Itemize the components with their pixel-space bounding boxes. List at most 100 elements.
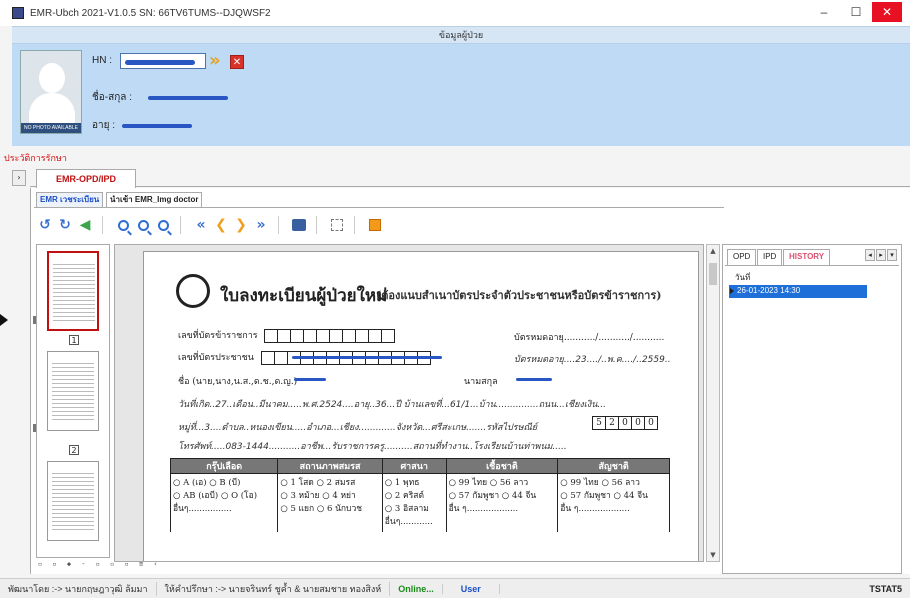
close-window-button[interactable]: ✕ <box>872 2 902 22</box>
scroll-up-icon[interactable]: ▲ <box>707 245 719 257</box>
window-controls: – ☐ ✕ <box>808 2 902 22</box>
table-line: อื่นๆ............ <box>384 517 433 527</box>
row-pointer-icon <box>730 288 734 294</box>
history-pane: OPD IPD HISTORY ◂ ▸ ▾ วันที่ 26-01-2023 … <box>722 244 902 574</box>
table-line: ○ 57 กัมพูชา ○ 44 จีน <box>448 491 537 501</box>
tab-menu-icon[interactable]: ▾ <box>887 249 897 261</box>
thumbnail-panel[interactable]: 1 2 <box>36 244 110 558</box>
tab-history[interactable]: HISTORY <box>783 249 831 265</box>
surname-label: นามสกุล <box>464 377 498 387</box>
gov-id-expiry: บัตรหมดอายุ.........../.........../.....… <box>514 333 665 343</box>
mouse-pointer-icon <box>0 314 8 326</box>
outer-tab-strip <box>30 169 910 187</box>
document-vertical-scrollbar[interactable]: ▲ ▼ <box>706 244 720 562</box>
clear-hn-button[interactable]: ✕ <box>230 55 244 69</box>
fit-page-icon[interactable] <box>328 215 346 235</box>
toolbar-separator <box>316 216 322 234</box>
table-line: อื่น ๆ................... <box>560 504 630 514</box>
hn-redaction <box>125 60 195 65</box>
patient-info-panel: NO PHOTO AVAILABLE HN : » ✕ ชื่อ-สกุล : … <box>12 44 910 146</box>
postal-digit: 0 <box>631 416 645 430</box>
scrollbar-thumb[interactable] <box>709 263 717 285</box>
tab-ipd[interactable]: IPD <box>757 249 783 265</box>
tab-emr-opd-ipd[interactable]: EMR-OPD/IPD <box>36 169 136 188</box>
table-line: ○ 2 คริสต์ <box>384 491 424 501</box>
thumbnail-caret <box>33 316 36 324</box>
station-name: TSTAT5 <box>869 583 902 594</box>
tab-scroll-left-icon[interactable]: ◂ <box>865 249 875 261</box>
history-list-item[interactable]: 26-01-2023 14:30 <box>729 285 867 298</box>
national-id-expiry: บัตรหมดอายุ....23..../..พ.ค..../..2559.. <box>514 355 671 365</box>
toolbar-separator <box>278 216 284 234</box>
table-line: ○ A (เอ) ○ B (บี) <box>173 478 241 488</box>
zoom-fit-icon[interactable] <box>114 215 132 235</box>
table-header: เชื้อชาติ <box>445 458 559 474</box>
table-line: ○ 99 ไทย ○ 56 ลาว <box>560 478 640 488</box>
avatar-head-shape <box>39 63 65 93</box>
doc-row-gov-id: เลขที่บัตรข้าราชการ <box>178 328 396 343</box>
scanned-document-page: ใบลงทะเบียนผู้ป่วยใหม่ (ต้องแนบสำเนาบัตร… <box>143 251 699 561</box>
maximize-button[interactable]: ☐ <box>840 2 872 22</box>
table-line: ○ 5 แยก ○ 6 นักบวช <box>280 504 362 514</box>
gov-id-label: เลขที่บัตรข้าราชการ <box>178 331 258 341</box>
thumbnail-page[interactable] <box>47 351 99 431</box>
thumbnail-page[interactable] <box>47 251 99 331</box>
table-line: ○ 3 อิสลาม <box>384 504 429 514</box>
scroll-down-icon[interactable]: ▼ <box>707 549 719 561</box>
table-line: ○ 1 โสด ○ 2 สมรส <box>280 478 356 488</box>
document-viewer[interactable]: ใบลงทะเบียนผู้ป่วยใหม่ (ต้องแนบสำเนาบัตร… <box>114 244 704 562</box>
tab-import-img-doctor[interactable]: นำเข้า EMR_Img doctor <box>106 192 203 207</box>
name-label: ชื่อ-สกุล : <box>92 92 132 103</box>
table-line: ○ 1 พุทธ <box>384 478 420 488</box>
next-page-icon[interactable]: ❯ <box>232 215 250 235</box>
national-id-label: เลขที่บัตรประชาชน <box>178 353 254 363</box>
title-bar: EMR-Ubch 2021-V1.0.5 SN: 66TV6TUMS--DJQW… <box>0 0 910 26</box>
connection-status: Online... <box>390 583 443 594</box>
age-label: อายุ : <box>92 120 116 131</box>
image-icon[interactable] <box>366 215 384 235</box>
table-line: ○ AB (เอบี) ○ O (โอ) <box>173 491 258 501</box>
toolbar-separator <box>354 216 360 234</box>
name-redaction-doc <box>294 378 326 381</box>
thumbnail-page[interactable] <box>47 461 99 541</box>
table-line: ○ 99 ไทย ○ 56 ลาว <box>448 478 529 488</box>
first-page-icon[interactable]: « <box>192 215 210 235</box>
print-icon[interactable] <box>290 215 308 235</box>
table-header: ศาสนา <box>381 458 447 474</box>
advisor-credit: ให้คำปรึกษา :-> นายจรินทร์ ชูค้ำ & นายสม… <box>157 581 391 596</box>
table-header: สัญชาติ <box>557 458 670 474</box>
zoom-in-icon[interactable] <box>134 215 152 235</box>
collapse-left-button[interactable]: › <box>12 170 26 186</box>
document-title: ใบลงทะเบียนผู้ป่วยใหม่ <box>220 286 388 306</box>
hospital-logo <box>176 274 210 308</box>
right-tab-divider <box>725 265 899 266</box>
tab-opd[interactable]: OPD <box>727 249 757 265</box>
village-row: หมู่ที่...3....ตำบล..หนองเขียน.....อำเภอ… <box>178 423 538 433</box>
minimize-button[interactable]: – <box>808 2 840 22</box>
last-page-icon[interactable]: » <box>252 215 270 235</box>
subtab-divider <box>34 207 724 208</box>
hn-input[interactable] <box>120 53 206 69</box>
rotate-right-icon[interactable]: ↻ <box>56 215 74 235</box>
patient-panel-header: ข้อมูลผู้ป่วย <box>12 26 910 44</box>
toolbar-separator <box>180 216 186 234</box>
window-title: EMR-Ubch 2021-V1.0.5 SN: 66TV6TUMS--DJQW… <box>30 7 271 19</box>
marital-status-cell: ○ 1 โสด ○ 2 สมรส ○ 3 หม้าย ○ 4 หย่า ○ 5 … <box>277 473 383 532</box>
tab-emr-records[interactable]: EMR เวชระเบียน <box>36 192 104 207</box>
demographics-table: กรุ๊ปเลือด สถานภาพสมรส ศาสนา เชื้อชาติ ส… <box>169 458 670 532</box>
tab-scroll-right-icon[interactable]: ▸ <box>876 249 886 261</box>
prev-page-icon[interactable]: ❮ <box>212 215 230 235</box>
postal-code-boxes: 5 2 0 0 0 <box>592 416 658 430</box>
blood-group-cell: ○ A (เอ) ○ B (บี) ○ AB (เอบี) ○ O (โอ) อ… <box>169 473 279 532</box>
nationality-cell: ○ 99 ไทย ○ 56 ลาว ○ 57 กัมพูชา ○ 44 จีน … <box>557 473 670 532</box>
postal-digit: 0 <box>644 416 658 430</box>
rotate-left-icon[interactable]: ↺ <box>36 215 54 235</box>
religion-cell: ○ 1 พุทธ ○ 2 คริสต์ ○ 3 อิสลาม อื่นๆ....… <box>381 473 447 532</box>
toolbar-separator <box>102 216 108 234</box>
national-id-redaction <box>292 356 442 359</box>
status-bar: พัฒนาโดย :-> นายกฤษฎาวุฒิ ล้มมา ให้คำปรึ… <box>0 578 910 598</box>
table-header: กรุ๊ปเลือด <box>169 458 279 474</box>
zoom-out-icon[interactable] <box>154 215 172 235</box>
search-forward-icon[interactable]: » <box>209 52 221 70</box>
play-back-icon[interactable]: ◀ <box>76 215 94 235</box>
